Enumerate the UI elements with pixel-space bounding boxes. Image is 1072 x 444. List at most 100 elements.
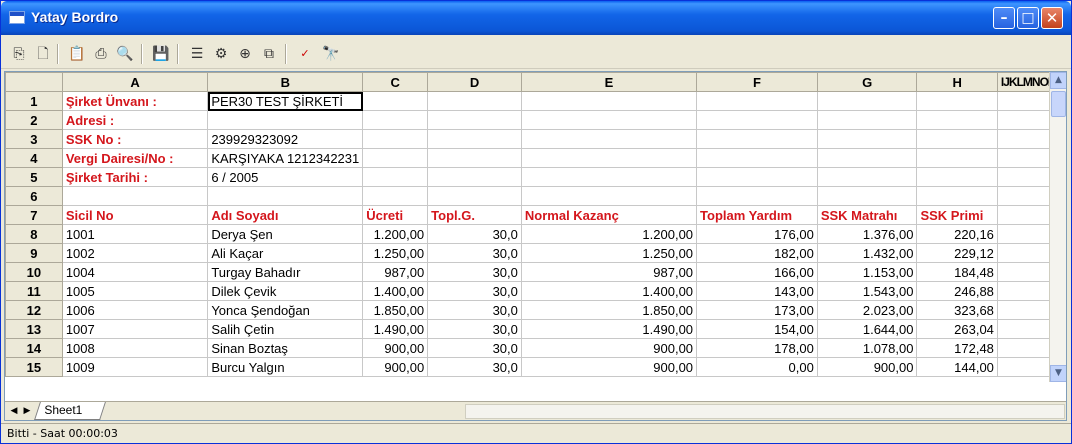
header-toplam-yardim[interactable]: Toplam Yardım	[696, 205, 818, 225]
row-header[interactable]: 7	[5, 205, 63, 225]
cell-adi-soyadi[interactable]: Ali Kaçar	[207, 243, 364, 263]
cell-ucreti[interactable]: 1.200,00	[362, 224, 429, 244]
column-header[interactable]: B	[207, 72, 364, 92]
company-info-label[interactable]: Adresi :	[61, 110, 209, 130]
cell[interactable]	[816, 186, 918, 206]
page-icon[interactable]: 🗋	[33, 44, 53, 64]
header-ucreti[interactable]: Ücreti	[362, 205, 429, 225]
cell[interactable]	[362, 91, 429, 111]
cell[interactable]	[916, 129, 998, 149]
company-info-label[interactable]: Vergi Dairesi/No :	[61, 148, 209, 168]
cell-ucreti[interactable]: 1.400,00	[362, 281, 429, 301]
cell-topl-g[interactable]: 30,0	[427, 357, 522, 377]
header-normal-kazanc[interactable]: Normal Kazanç	[520, 205, 698, 225]
cell-ssk-matrahi[interactable]: 1.543,00	[816, 281, 918, 301]
cell-ucreti[interactable]: 1.850,00	[362, 300, 429, 320]
header-topl-g[interactable]: Topl.G.	[427, 205, 522, 225]
cell[interactable]	[916, 167, 998, 187]
cell-topl-g[interactable]: 30,0	[427, 319, 522, 339]
row-header[interactable]: 9	[5, 243, 63, 263]
column-header[interactable]: A	[61, 72, 209, 92]
cell[interactable]	[696, 167, 818, 187]
cell[interactable]	[520, 148, 698, 168]
cell-toplam-yardim[interactable]: 166,00	[696, 262, 818, 282]
cell-normal-kazanc[interactable]: 1.200,00	[520, 224, 698, 244]
list-icon[interactable]: ☰	[187, 44, 207, 64]
cell-sicil-no[interactable]: 1007	[61, 319, 209, 339]
cell-adi-soyadi[interactable]: Burcu Yalgın	[207, 357, 364, 377]
cell-ssk-primi[interactable]: 323,68	[916, 300, 998, 320]
cell[interactable]	[696, 129, 818, 149]
select-all-corner[interactable]	[5, 72, 63, 92]
company-info-value[interactable]	[207, 110, 364, 130]
cell-ssk-primi[interactable]: 184,48	[916, 262, 998, 282]
copy-icon[interactable]: ⎘	[9, 44, 29, 64]
cell[interactable]	[816, 148, 918, 168]
cell-sicil-no[interactable]: 1009	[61, 357, 209, 377]
export-icon[interactable]: ⧉	[259, 44, 279, 64]
cell[interactable]	[427, 186, 522, 206]
cell[interactable]	[520, 129, 698, 149]
row-header[interactable]: 11	[5, 281, 63, 301]
cell-ssk-matrahi[interactable]: 900,00	[816, 357, 918, 377]
cell-normal-kazanc[interactable]: 1.490,00	[520, 319, 698, 339]
cell-topl-g[interactable]: 30,0	[427, 338, 522, 358]
row-header[interactable]: 10	[5, 262, 63, 282]
company-info-value[interactable]: 6 / 2005	[207, 167, 364, 187]
cell-ssk-matrahi[interactable]: 1.644,00	[816, 319, 918, 339]
cell-toplam-yardim[interactable]: 178,00	[696, 338, 818, 358]
cell-sicil-no[interactable]: 1004	[61, 262, 209, 282]
close-button[interactable]: ✕	[1041, 7, 1063, 29]
scroll-up-button[interactable]: ▲	[1050, 72, 1066, 89]
row-header[interactable]: 5	[5, 167, 63, 187]
cell-toplam-yardim[interactable]: 182,00	[696, 243, 818, 263]
cell-sicil-no[interactable]: 1005	[61, 281, 209, 301]
cell-sicil-no[interactable]: 1001	[61, 224, 209, 244]
cell[interactable]	[362, 167, 429, 187]
cell-adi-soyadi[interactable]: Turgay Bahadır	[207, 262, 364, 282]
cell[interactable]	[816, 91, 918, 111]
cell-ucreti[interactable]: 900,00	[362, 338, 429, 358]
cell[interactable]	[427, 129, 522, 149]
cell-ucreti[interactable]: 900,00	[362, 357, 429, 377]
cell-normal-kazanc[interactable]: 1.250,00	[520, 243, 698, 263]
column-header[interactable]: E	[520, 72, 698, 92]
company-info-value[interactable]: PER30 TEST ŞİRKETİ	[207, 91, 364, 111]
cell-ssk-primi[interactable]: 263,04	[916, 319, 998, 339]
company-info-label[interactable]: SSK No :	[61, 129, 209, 149]
cell[interactable]	[696, 110, 818, 130]
cell-ssk-matrahi[interactable]: 1.432,00	[816, 243, 918, 263]
scroll-thumb[interactable]	[1051, 91, 1066, 117]
row-header[interactable]: 12	[5, 300, 63, 320]
cell-normal-kazanc[interactable]: 987,00	[520, 262, 698, 282]
cell-ucreti[interactable]: 987,00	[362, 262, 429, 282]
cell-ssk-matrahi[interactable]: 1.078,00	[816, 338, 918, 358]
column-header[interactable]: D	[427, 72, 522, 92]
cell-ucreti[interactable]: 1.250,00	[362, 243, 429, 263]
cell-adi-soyadi[interactable]: Salih Çetin	[207, 319, 364, 339]
print-preview-icon[interactable]: 🔍	[115, 44, 135, 64]
title-bar[interactable]: Yatay Bordro – □ ✕	[1, 1, 1071, 35]
company-info-label[interactable]: Şirket Tarihi :	[61, 167, 209, 187]
cell-topl-g[interactable]: 30,0	[427, 300, 522, 320]
column-header[interactable]: G	[816, 72, 918, 92]
cell-ssk-matrahi[interactable]: 1.376,00	[816, 224, 918, 244]
cell-toplam-yardim[interactable]: 154,00	[696, 319, 818, 339]
cell[interactable]	[207, 186, 364, 206]
cell-normal-kazanc[interactable]: 1.400,00	[520, 281, 698, 301]
row-header[interactable]: 2	[5, 110, 63, 130]
cell-toplam-yardim[interactable]: 173,00	[696, 300, 818, 320]
cell-ssk-primi[interactable]: 229,12	[916, 243, 998, 263]
cell-sicil-no[interactable]: 1006	[61, 300, 209, 320]
row-header[interactable]: 1	[5, 91, 63, 111]
spreadsheet-grid[interactable]: A B C D E F G H IJKLMNOP 1 Şirket Ünvanı…	[4, 71, 1067, 421]
row-header[interactable]: 4	[5, 148, 63, 168]
cell-toplam-yardim[interactable]: 176,00	[696, 224, 818, 244]
cell[interactable]	[696, 91, 818, 111]
cell[interactable]	[816, 129, 918, 149]
column-header[interactable]: F	[696, 72, 818, 92]
cell-ssk-primi[interactable]: 246,88	[916, 281, 998, 301]
cell-topl-g[interactable]: 30,0	[427, 281, 522, 301]
cell[interactable]	[362, 110, 429, 130]
tab-next-button[interactable]: ▶	[21, 404, 33, 418]
